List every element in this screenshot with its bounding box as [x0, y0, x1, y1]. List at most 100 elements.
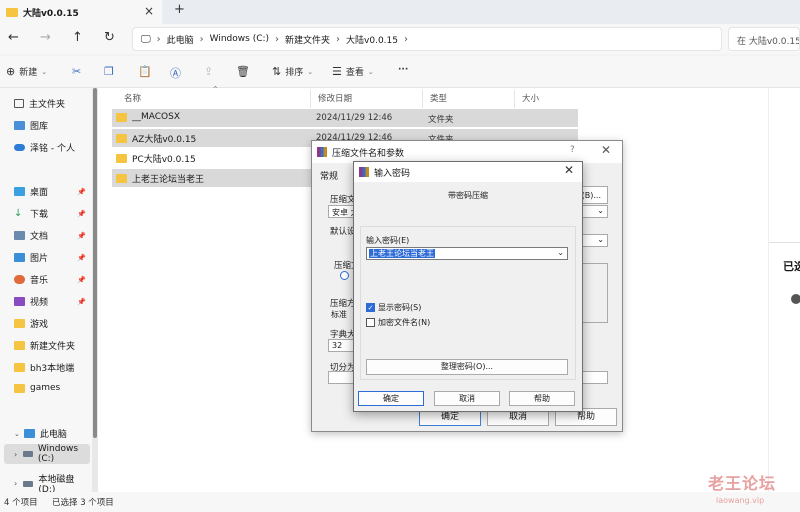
- new-button[interactable]: ⊕ 新建 ⌄: [6, 65, 47, 78]
- chevron-down-icon: ⌄: [367, 67, 374, 76]
- close-icon[interactable]: ✕: [564, 163, 574, 177]
- sidebar-item-bh3[interactable]: bh3本地端: [14, 361, 90, 374]
- copy-icon: ❐: [104, 65, 114, 78]
- pin-icon: 📌: [77, 275, 86, 284]
- search-input[interactable]: 在 大陆v0.0.15: [728, 27, 800, 51]
- rename-icon: Ⓐ: [170, 67, 181, 80]
- scissors-icon: ✂: [72, 65, 82, 78]
- sidebar-item-home[interactable]: 主文件夹: [14, 97, 90, 110]
- picture-icon: [14, 253, 25, 262]
- column-header-date[interactable]: 修改日期: [318, 92, 352, 104]
- breadcrumb-folder[interactable]: 新建文件夹: [285, 33, 330, 46]
- cut-button[interactable]: ✂: [72, 65, 81, 78]
- drive-icon: [23, 451, 33, 457]
- radio-format[interactable]: [340, 271, 349, 280]
- pc-icon: [23, 429, 35, 438]
- ok-button[interactable]: 确定: [358, 391, 424, 406]
- paste-button[interactable]: 📋: [138, 65, 152, 78]
- chevron-down-icon[interactable]: ⌄: [557, 248, 564, 257]
- sidebar-item-music[interactable]: 音乐 📌: [14, 273, 90, 286]
- sidebar-item-pictures[interactable]: 图片 📌: [14, 251, 90, 264]
- document-icon: [14, 231, 25, 240]
- dialog-title: 输入密码: [374, 169, 411, 179]
- sidebar-item-videos[interactable]: 视频 📌: [14, 295, 90, 308]
- cloud-icon: [14, 144, 25, 151]
- organize-passwords-button[interactable]: 整理密码(O)...: [366, 359, 568, 375]
- nav-bar: ← → ↑ ↻ 🖵 › 此电脑 › Windows (C:) › 新建文件夹 ›…: [0, 24, 800, 54]
- help-icon[interactable]: ?: [570, 145, 575, 155]
- refresh-button[interactable]: ↻: [104, 30, 115, 45]
- breadcrumb-drive[interactable]: Windows (C:): [210, 34, 269, 44]
- chevron-right-icon: ›: [14, 479, 18, 488]
- close-icon[interactable]: ✕: [601, 143, 611, 157]
- paste-icon: 📋: [138, 65, 152, 78]
- password-input[interactable]: 上老王论坛当老王 ⌄: [366, 247, 568, 260]
- folder-icon: [14, 341, 25, 350]
- folder-icon: [116, 154, 127, 163]
- cancel-button[interactable]: 取消: [434, 391, 500, 406]
- sidebar-item-gallery[interactable]: 图库: [14, 119, 90, 132]
- view-button[interactable]: ☰ 查看 ⌄: [332, 65, 374, 78]
- sidebar-item-drive-c[interactable]: › Windows (C:): [4, 444, 90, 464]
- up-button[interactable]: ↑: [72, 30, 83, 45]
- chevron-down-icon: ⌄: [14, 429, 20, 438]
- sidebar-item-games[interactable]: games: [14, 383, 90, 393]
- sort-asc-icon: ⌃: [212, 85, 219, 94]
- sidebar-item-games-cn[interactable]: 游戏: [14, 317, 90, 330]
- back-button[interactable]: ←: [8, 30, 19, 45]
- folder-icon: [116, 174, 127, 183]
- folder-icon: [6, 7, 18, 17]
- command-bar: ⊕ 新建 ⌄ ✂ ❐ 📋 Ⓐ ⇪ 🗑 ⇅ 排序 ⌄ ☰ 查看 ⌄ ···: [0, 56, 800, 88]
- details-selected-text: 已选: [783, 260, 800, 273]
- chevron-right-icon: ›: [14, 449, 18, 459]
- delete-button[interactable]: 🗑: [236, 65, 250, 78]
- drive-icon: [23, 480, 34, 487]
- watermark-text: 老王论坛: [708, 474, 777, 493]
- rename-button[interactable]: Ⓐ: [170, 65, 181, 81]
- scrollbar-thumb[interactable]: [93, 88, 97, 438]
- music-icon: [14, 275, 25, 284]
- sidebar-item-desktop[interactable]: 桌面 📌: [14, 185, 90, 198]
- new-tab-button[interactable]: +: [174, 2, 185, 17]
- tab-title: 大陆v0.0.15: [23, 8, 79, 19]
- gallery-icon: [14, 121, 25, 130]
- encrypt-filenames-checkbox[interactable]: 加密文件名(N): [366, 317, 430, 328]
- tab-close-icon[interactable]: ×: [144, 4, 154, 18]
- sort-icon: ⇅: [272, 65, 282, 78]
- sidebar-item-this-pc[interactable]: ⌄ 此电脑: [14, 427, 90, 440]
- method-value[interactable]: 标准: [328, 308, 356, 321]
- tab-current[interactable]: 大陆v0.0.15 ×: [0, 0, 162, 24]
- sidebar-item-downloads[interactable]: ↓ 下载 📌: [14, 207, 90, 221]
- share-icon: ⇪: [204, 65, 214, 78]
- folder-icon: [14, 319, 25, 328]
- item-count: 4 个项目: [4, 498, 38, 508]
- folder-icon: [116, 134, 127, 143]
- selected-count: 已选择 3 个项目: [52, 498, 114, 508]
- chevron-down-icon: ⌄: [597, 235, 604, 244]
- table-row[interactable]: __MACOSX 2024/11/29 12:46 文件夹: [112, 109, 578, 127]
- home-icon: [14, 99, 24, 108]
- sidebar-item-documents[interactable]: 文档 📌: [14, 229, 90, 242]
- address-bar[interactable]: 🖵 › 此电脑 › Windows (C:) › 新建文件夹 › 大陆v0.0.…: [132, 27, 722, 51]
- sidebar-item-onedrive[interactable]: 泽铭 - 个人: [14, 141, 90, 154]
- show-password-checkbox[interactable]: ✓ 显示密码(S): [366, 302, 421, 313]
- tab-general[interactable]: 常规: [320, 169, 338, 182]
- copy-button[interactable]: ❐: [104, 65, 114, 78]
- help-button[interactable]: 帮助: [509, 391, 575, 406]
- share-button[interactable]: ⇪: [204, 65, 213, 78]
- sort-button[interactable]: ⇅ 排序 ⌄: [272, 65, 313, 78]
- column-header-type[interactable]: 类型: [430, 92, 447, 104]
- forward-button[interactable]: →: [40, 30, 51, 45]
- details-pane: 已选: [768, 88, 800, 496]
- chevron-down-icon: ⌄: [307, 67, 314, 76]
- column-header-name[interactable]: 名称: [124, 92, 141, 104]
- sidebar-item-new-folder[interactable]: 新建文件夹: [14, 339, 90, 352]
- more-button[interactable]: ···: [398, 65, 408, 75]
- breadcrumb-this-pc[interactable]: 此电脑: [167, 33, 194, 46]
- split-field[interactable]: [328, 371, 354, 384]
- breadcrumb-current[interactable]: 大陆v0.0.15: [346, 33, 398, 46]
- column-header-size[interactable]: 大小: [522, 92, 539, 104]
- folder-icon: [14, 383, 25, 393]
- video-icon: [14, 297, 25, 306]
- dictionary-field[interactable]: 32: [328, 339, 354, 352]
